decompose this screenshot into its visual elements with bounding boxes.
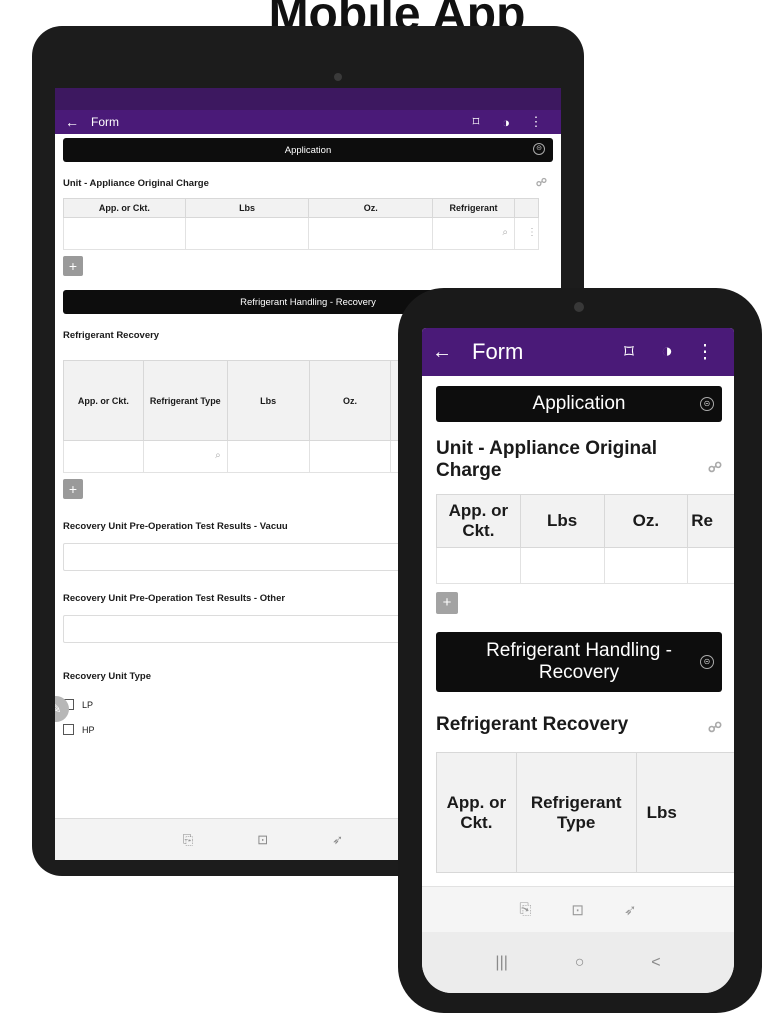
cell-input[interactable] [308, 440, 392, 473]
page-title: Form [472, 339, 524, 364]
field-label-text: Recovery Unit Pre-Operation Test Results… [63, 521, 288, 532]
field-label-refrigerant-recovery: Refrigerant Recovery ☍ [436, 714, 722, 736]
column-header-actions [514, 198, 539, 218]
field-label-text: Unit - Appliance Original Charge [63, 178, 209, 189]
checkbox-label: HP [82, 724, 95, 735]
column-header: App. or Ckt. [63, 360, 144, 441]
field-label-text: Refrigerant Recovery [436, 714, 629, 735]
back-arrow-icon[interactable]: ← [65, 114, 91, 130]
cell-input[interactable]: ⌕ [142, 440, 228, 473]
cell-input[interactable] [687, 547, 734, 584]
field-label-text: Refrigerant Recovery [63, 330, 160, 341]
table-row [436, 547, 734, 584]
status-bar [55, 88, 561, 110]
column-header: Re [687, 494, 734, 548]
app-bar: ← Form ⌑ ◑ ⋮ [422, 328, 734, 376]
row-menu-icon[interactable]: ⋮ [527, 227, 537, 238]
table-row: ⌕ ⋮ [63, 217, 539, 250]
cell-input[interactable] [308, 217, 434, 250]
link-icon[interactable]: ☍ [536, 176, 547, 189]
back-nav-icon[interactable]: < [651, 954, 660, 972]
cell-input[interactable]: ⌕ [432, 217, 516, 250]
column-header: Oz. [308, 198, 434, 218]
tablet-camera [334, 73, 342, 81]
cell-input[interactable] [63, 217, 186, 250]
overflow-menu-icon[interactable]: ⋮ [686, 341, 724, 364]
add-row-button[interactable]: + [63, 256, 83, 276]
phone-camera [574, 302, 584, 312]
save-icon[interactable]: ⊡ [257, 832, 268, 848]
contrast-icon[interactable]: ◑ [648, 341, 686, 363]
section-header-recovery[interactable]: Refrigerant Handling - Recovery ⊝ [436, 632, 722, 692]
collapse-icon[interactable]: ⊝ [533, 143, 545, 155]
page-title: Form [91, 115, 119, 129]
column-header: App. or Ckt. [436, 494, 521, 548]
section-header-application[interactable]: Application ⊝ [63, 138, 553, 162]
document-icon[interactable]: ⎘ [183, 832, 193, 848]
link-icon[interactable]: ☍ [708, 716, 722, 738]
section-title: Refrigerant Handling - Recovery [240, 296, 376, 308]
refrigerant-recovery-table: App. or Ckt. Refrigerant Type Lbs [436, 752, 734, 873]
cell-input[interactable] [63, 440, 144, 473]
field-label-text: Recovery Unit Pre-Operation Test Results… [63, 593, 286, 604]
home-icon[interactable]: ○ [575, 954, 585, 972]
column-header: Lbs [519, 494, 605, 548]
original-charge-table: App. or Ckt. Lbs Oz. Refrigerant ⌕ ⋮ [63, 198, 539, 250]
cell-input[interactable] [436, 547, 521, 584]
overflow-menu-icon[interactable]: ⋮ [521, 114, 551, 130]
column-header: App. or Ckt. [436, 752, 517, 873]
column-header: Oz. [603, 494, 689, 548]
column-header: Refrigerant Type [142, 360, 228, 441]
column-header: Lbs [635, 752, 734, 873]
add-row-button[interactable]: + [63, 479, 83, 499]
add-row-button[interactable]: + [436, 592, 458, 614]
cell-input[interactable] [603, 547, 689, 584]
column-header: Refrigerant Type [515, 752, 637, 873]
bookmark-icon[interactable]: ⌑ [610, 341, 648, 364]
column-header: Lbs [184, 198, 310, 218]
contrast-icon[interactable]: ◑ [491, 115, 521, 130]
field-label-original-charge: Unit - Appliance Original Charge ☍ [436, 438, 722, 482]
cell-input[interactable] [226, 440, 310, 473]
form-content: Application ⊝ Unit - Appliance Original … [422, 376, 734, 886]
phone-screen: ← Form ⌑ ◑ ⋮ Application ⊝ Unit - Applia… [422, 328, 734, 993]
app-bar: ← Form ⌑ ◑ ⋮ [55, 110, 561, 134]
search-icon[interactable]: ⌕ [502, 227, 508, 238]
collapse-icon[interactable]: ⊝ [700, 655, 714, 669]
recents-icon[interactable]: ||| [495, 954, 507, 972]
section-title: Refrigerant Handling - Recovery [486, 640, 672, 683]
bottom-toolbar: ⎘ ⊡ ➶ [422, 886, 734, 932]
column-header: Lbs [226, 360, 310, 441]
link-icon[interactable]: ☍ [708, 456, 722, 478]
field-label-text: Recovery Unit Type [63, 671, 151, 682]
send-icon[interactable]: ➶ [332, 832, 343, 848]
section-header-application[interactable]: Application ⊝ [436, 386, 722, 422]
cell-actions: ⋮ [514, 217, 539, 250]
checkbox-icon[interactable] [63, 724, 74, 735]
cell-input[interactable] [184, 217, 310, 250]
cell-input[interactable] [519, 547, 605, 584]
phone-device: ← Form ⌑ ◑ ⋮ Application ⊝ Unit - Applia… [398, 288, 762, 1013]
original-charge-table: App. or Ckt. Lbs Oz. Re [436, 494, 734, 584]
bookmark-icon[interactable]: ⌑ [461, 114, 491, 130]
field-label-text: Unit - Appliance Original Charge [436, 438, 657, 481]
save-icon[interactable]: ⊡ [571, 901, 584, 919]
system-nav-bar: ||| ○ < [422, 932, 734, 993]
section-title: Application [532, 393, 626, 414]
send-icon[interactable]: ➶ [624, 901, 637, 919]
column-header: Oz. [308, 360, 392, 441]
column-header: App. or Ckt. [63, 198, 186, 218]
search-icon[interactable]: ⌕ [215, 450, 221, 461]
document-icon[interactable]: ⎘ [519, 901, 531, 918]
column-header: Refrigerant [432, 198, 516, 218]
field-label-original-charge: Unit - Appliance Original Charge ☍ [63, 176, 553, 192]
checkbox-label: LP [82, 699, 94, 710]
back-arrow-icon[interactable]: ← [432, 341, 472, 364]
collapse-icon[interactable]: ⊝ [700, 397, 714, 411]
section-title: Application [284, 144, 332, 156]
